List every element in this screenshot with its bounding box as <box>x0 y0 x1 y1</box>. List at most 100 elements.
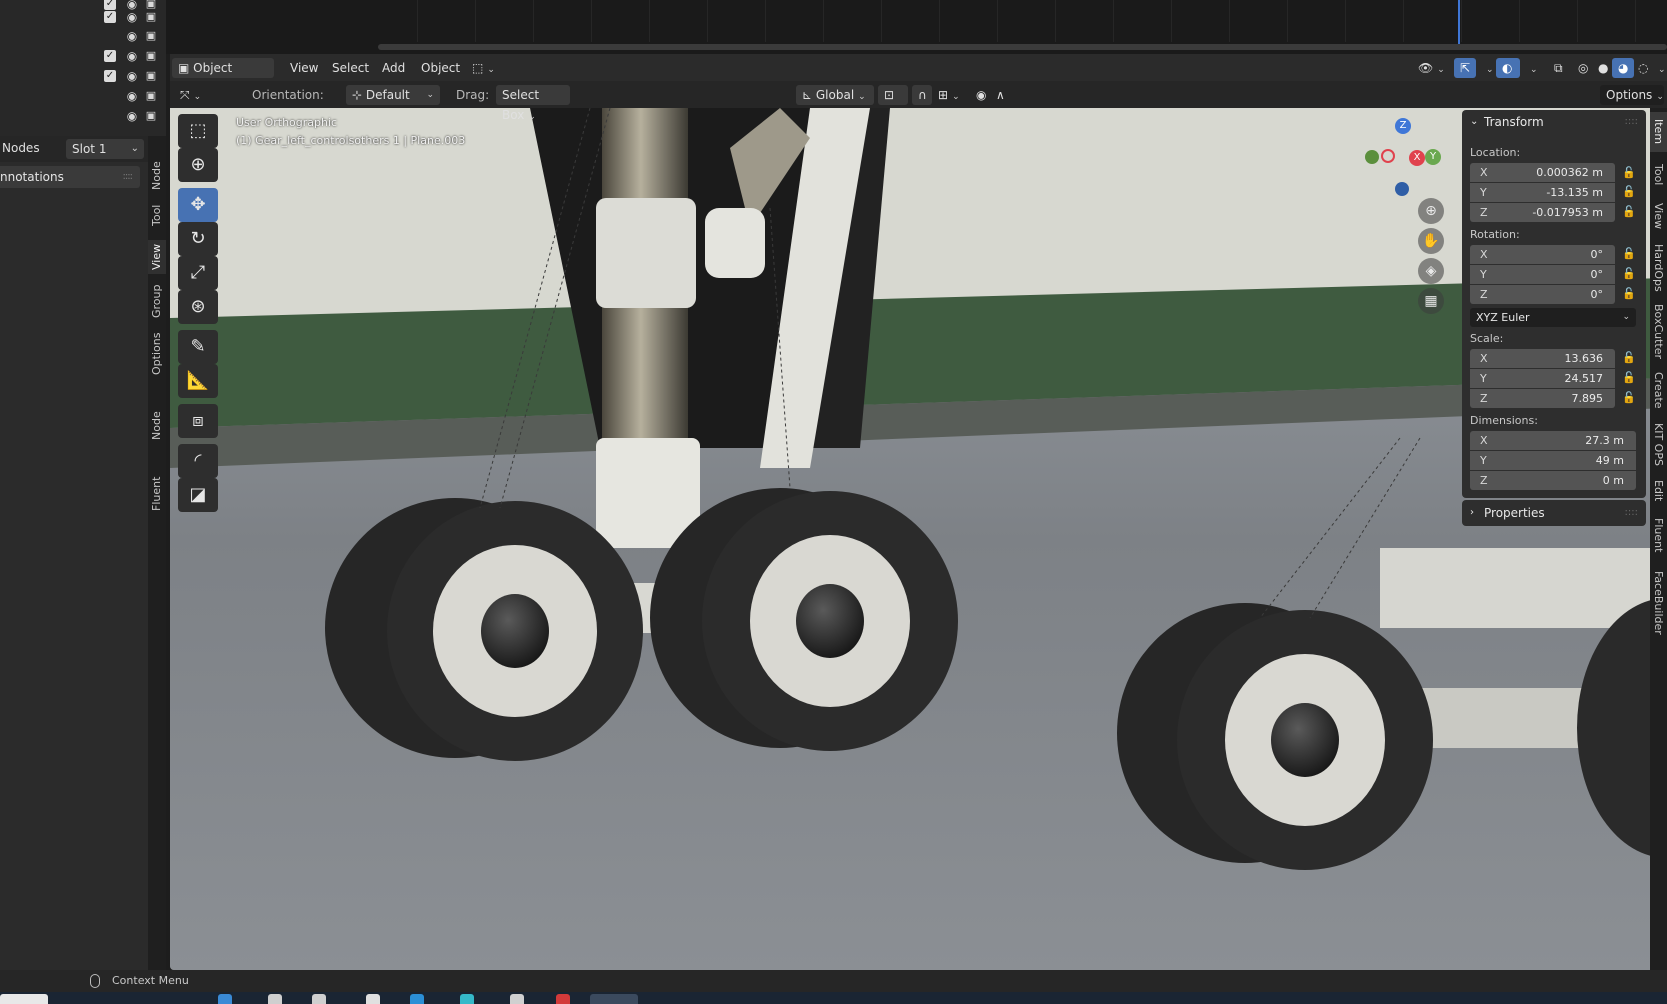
dimensions-x-field[interactable]: X 27.3 m <box>1470 431 1636 450</box>
tab-tool[interactable]: Tool <box>1650 158 1667 192</box>
camera-icon[interactable]: ▣ <box>143 109 159 123</box>
outliner-row[interactable]: ✓ ◉ ▣ <box>0 7 166 27</box>
eye-icon[interactable]: ◉ <box>124 109 140 123</box>
object-mode-dropdown[interactable]: ▣ Object Mode⌄ <box>172 58 274 95</box>
taskbar-app-icon[interactable] <box>366 994 380 1004</box>
falloff-dropdown[interactable]: ∧ <box>990 85 1011 105</box>
location-z-field[interactable]: Z -0.017953 m <box>1470 203 1615 222</box>
bevel-tool[interactable]: ◜ <box>178 444 218 478</box>
location-y-field[interactable]: Y -13.135 m <box>1470 183 1615 202</box>
camera-icon[interactable]: ▣ <box>143 10 159 24</box>
menu-select[interactable]: Select <box>326 58 375 78</box>
eye-icon[interactable]: ◉ <box>124 29 140 43</box>
lock-icon[interactable]: 🔓 <box>1622 185 1636 199</box>
tab-fluent[interactable]: Fluent <box>148 472 166 516</box>
taskbar-app-icon[interactable] <box>556 994 570 1004</box>
tab-create[interactable]: Create <box>1650 368 1667 412</box>
orientation-dropdown[interactable]: ⊹ Default ⌄ <box>346 85 440 105</box>
taskbar-app-icon[interactable] <box>460 994 474 1004</box>
menu-object[interactable]: Object <box>415 58 466 78</box>
solid-shading-button[interactable]: ● <box>1592 58 1614 78</box>
gizmo-axis-z[interactable]: Z <box>1395 118 1411 134</box>
xray-toggle-button[interactable]: ⧉ <box>1548 58 1570 78</box>
timeline-scrollbar[interactable] <box>378 44 1667 50</box>
tab-node-wrangler[interactable]: Node Wrangler <box>148 386 181 466</box>
gizmo-menu-button[interactable]: ⬚ ⌄ <box>466 58 501 78</box>
gizmo-axis-neg-z[interactable] <box>1395 182 1409 196</box>
lock-icon[interactable]: 🔓 <box>1622 247 1636 261</box>
grip-icon[interactable]: :::: <box>1625 500 1638 526</box>
rotation-x-field[interactable]: X 0° <box>1470 245 1615 264</box>
tab-tool[interactable]: Tool <box>148 200 166 230</box>
scale-y-field[interactable]: Y 24.517 <box>1470 369 1615 388</box>
tab-facebuilder[interactable]: FaceBuilder <box>1650 564 1667 642</box>
gizmo-axis-neg-y[interactable] <box>1365 150 1379 164</box>
slot-dropdown[interactable]: Slot 1 ⌄ <box>66 139 144 159</box>
camera-view-button[interactable]: ◈ <box>1418 258 1444 284</box>
lock-icon[interactable]: 🔓 <box>1622 287 1636 301</box>
ortho-toggle-button[interactable]: ▦ <box>1418 288 1444 314</box>
location-x-field[interactable]: X 0.000362 m <box>1470 163 1615 182</box>
add-cube-tool[interactable]: ⧈ <box>178 404 218 438</box>
tab-kit-ops[interactable]: KIT OPS <box>1650 418 1667 470</box>
taskbar-app-icon[interactable] <box>410 994 424 1004</box>
camera-icon[interactable]: ▣ <box>143 69 159 83</box>
menu-view[interactable]: View <box>284 58 324 78</box>
overlays-dropdown[interactable]: ⌄ <box>1520 58 1544 78</box>
scale-x-field[interactable]: X 13.636 <box>1470 349 1615 368</box>
outliner-row[interactable]: ◉ ▣ <box>0 106 166 126</box>
material-preview-button[interactable]: ◕ <box>1612 58 1634 78</box>
rotate-tool[interactable]: ↻ <box>178 222 218 256</box>
checkbox-checked[interactable]: ✓ <box>104 70 116 82</box>
tab-options[interactable]: Options <box>148 328 166 380</box>
tab-group[interactable]: Group <box>148 280 166 322</box>
properties-panel-header[interactable]: › Properties:::: <box>1462 500 1646 526</box>
annotations-panel-header[interactable]: nnotations:::: <box>0 166 140 188</box>
grip-icon[interactable]: :::: <box>1625 110 1638 134</box>
tab-node[interactable]: Node <box>148 158 166 194</box>
scale-z-field[interactable]: Z 7.895 <box>1470 389 1615 408</box>
eye-icon[interactable]: ◉ <box>124 69 140 83</box>
drag-dropdown[interactable]: Select Box ⌄ <box>496 85 570 122</box>
snap-target-dropdown[interactable]: ⊞ ⌄ <box>932 85 966 105</box>
lock-icon[interactable]: 🔓 <box>1622 371 1636 385</box>
taskbar-app-active[interactable] <box>590 994 638 1004</box>
dimensions-y-field[interactable]: Y 49 m <box>1470 451 1636 470</box>
lock-icon[interactable]: 🔓 <box>1622 205 1636 219</box>
tab-hardops[interactable]: HardOps <box>1650 240 1667 296</box>
tab-boxcutter[interactable]: BoxCutter <box>1650 302 1667 362</box>
checkbox-checked[interactable]: ✓ <box>104 50 116 62</box>
taskbar-app-icon[interactable] <box>510 994 524 1004</box>
camera-icon[interactable]: ▣ <box>143 29 159 43</box>
measure-tool[interactable]: 📐 <box>178 364 218 398</box>
taskbar-app-icon[interactable] <box>218 994 232 1004</box>
scale-tool[interactable]: ⤢ <box>178 256 218 290</box>
grip-icon[interactable]: :::: <box>123 166 134 188</box>
eye-icon[interactable]: ◉ <box>124 49 140 63</box>
lock-icon[interactable]: 🔓 <box>1622 391 1636 405</box>
tab-item[interactable]: Item <box>1650 112 1667 152</box>
outliner-row[interactable]: ◉ ▣ <box>0 26 166 46</box>
annotate-tool[interactable]: ✎ <box>178 330 218 364</box>
tab-edit[interactable]: Edit <box>1650 476 1667 506</box>
select-box-tool[interactable]: ⬚ <box>178 114 218 148</box>
tool-icon-button[interactable]: ⤧ ⌄ <box>174 85 207 105</box>
rotation-y-field[interactable]: Y 0° <box>1470 265 1615 284</box>
rotation-z-field[interactable]: Z 0° <box>1470 285 1615 304</box>
outliner-row[interactable]: ◉ ▣ <box>0 86 166 106</box>
dimensions-z-field[interactable]: Z 0 m <box>1470 471 1636 490</box>
tab-view[interactable]: View <box>148 240 166 274</box>
move-tool[interactable]: ✥ <box>178 188 218 222</box>
camera-icon[interactable]: ▣ <box>143 49 159 63</box>
3d-viewport[interactable] <box>170 54 1667 970</box>
timeline-playhead[interactable] <box>1458 0 1460 44</box>
pan-button[interactable]: ✋ <box>1418 228 1444 254</box>
visibility-button[interactable]: 👁 ⌄ <box>1412 58 1451 78</box>
inset-tool[interactable]: ◪ <box>178 478 218 512</box>
zoom-button[interactable]: ⊕ <box>1418 198 1444 224</box>
eye-icon[interactable]: ◉ <box>124 89 140 103</box>
shading-dropdown[interactable]: ⌄ <box>1648 58 1667 78</box>
outliner-row[interactable]: ✓ ◉ ▣ <box>0 46 166 66</box>
wireframe-shading-button[interactable]: ◎ <box>1572 58 1594 78</box>
camera-icon[interactable]: ▣ <box>143 89 159 103</box>
